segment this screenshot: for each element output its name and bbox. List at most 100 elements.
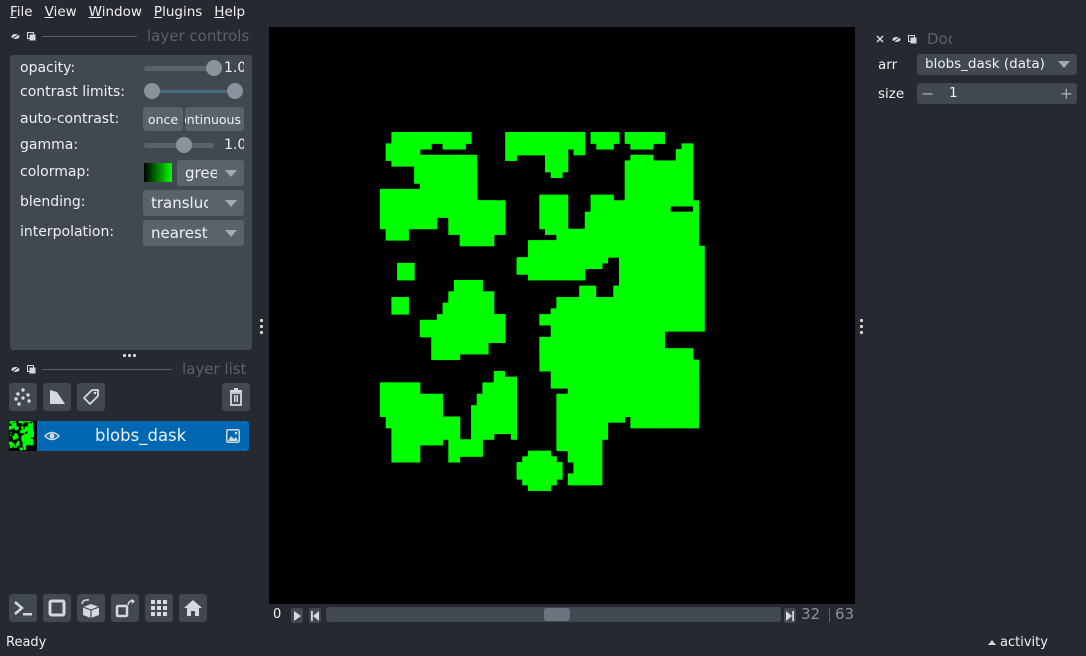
rotate-cube-icon (81, 599, 100, 618)
size-spinbox[interactable]: − 1 + (917, 83, 1077, 104)
thumbnail-blob (14, 438, 18, 440)
blob-region (380, 382, 392, 417)
toggle-ndisplay-button[interactable] (43, 594, 71, 622)
blob-region (630, 393, 665, 429)
activity-toggle[interactable]: activity (988, 635, 1048, 650)
thumbnail-blob (9, 441, 10, 445)
menu-view[interactable]: View (39, 4, 83, 20)
image-layer-type-icon (226, 429, 240, 447)
float-panel-icon[interactable] (907, 34, 917, 44)
blob-region (391, 427, 421, 463)
interpolation-value: nearest (151, 224, 208, 242)
blob-region (527, 450, 552, 457)
thumbnail-blob (9, 428, 12, 430)
arr-value: blobs_dask (data) (925, 56, 1045, 72)
reset-view-button[interactable] (179, 594, 207, 622)
blob-region (391, 297, 409, 315)
hide-panel-icon[interactable] (891, 34, 901, 44)
blob-region (545, 143, 569, 173)
eye-visibility-icon[interactable] (43, 429, 61, 447)
thumbnail-blob (19, 431, 25, 433)
layer-controls-title: layer controls (147, 27, 250, 45)
contrast-limits-slider[interactable] (152, 90, 236, 93)
panel-splitter-handle[interactable] (123, 354, 136, 357)
colormap-dropdown[interactable]: green (177, 160, 244, 186)
thumbnail-blob (28, 442, 31, 446)
dims-scrollbar-handle[interactable] (543, 608, 570, 621)
blob-region (385, 228, 409, 241)
blob-region (510, 416, 518, 429)
auto-contrast-once-button[interactable]: once (143, 107, 183, 131)
blob-hole (522, 359, 540, 371)
roll-dimensions-button[interactable] (77, 594, 105, 622)
chevron-down-icon (225, 170, 237, 177)
blob-region (397, 262, 415, 281)
tag-icon (83, 389, 99, 405)
blob-region (459, 439, 483, 457)
increment-button[interactable]: + (1060, 83, 1073, 104)
gamma-slider-handle[interactable] (176, 137, 192, 153)
opacity-slider-handle[interactable] (206, 60, 222, 76)
blob-region (391, 160, 415, 167)
blending-dropdown[interactable]: translucent (143, 190, 244, 216)
contrast-low-handle[interactable] (144, 83, 160, 99)
title-divider (42, 368, 172, 370)
hide-panel-icon[interactable] (10, 364, 20, 374)
viewer-canvas[interactable] (269, 27, 855, 604)
thumbnail-blob (16, 441, 20, 445)
opacity-label: opacity: (20, 60, 76, 76)
right-dock-resize-handle[interactable] (860, 319, 863, 334)
play-button[interactable] (291, 608, 303, 623)
new-labels-layer-button[interactable] (77, 383, 105, 411)
menu-plugins[interactable]: Plugins (148, 4, 208, 20)
dims-scrollbar[interactable] (326, 607, 781, 622)
interpolation-dropdown[interactable]: nearest (143, 220, 244, 246)
step-forward-icon (786, 610, 794, 621)
toggle-grid-button[interactable] (145, 594, 173, 622)
console-button[interactable] (9, 594, 37, 622)
size-label: size (878, 86, 905, 102)
decrement-button[interactable]: − (921, 83, 934, 104)
thumbnail-blob (21, 421, 24, 425)
thumbnail-blob (15, 446, 17, 448)
opacity-slider[interactable] (144, 66, 214, 71)
blob-region (453, 342, 489, 355)
thumbnail-blob (31, 422, 34, 428)
hide-panel-icon[interactable] (10, 31, 20, 41)
menu-help[interactable]: Help (208, 4, 251, 20)
menu-file[interactable]: File (4, 4, 39, 20)
blob-region (431, 166, 478, 190)
blob-hole (533, 325, 551, 337)
current-frame: 32 (801, 605, 821, 623)
thumbnail-blob (10, 431, 12, 434)
layer-item-blobs-dask[interactable]: blobs_dask (9, 421, 249, 451)
step-forward-button[interactable] (784, 608, 796, 623)
blob-region (448, 217, 506, 235)
thumbnail-blob (27, 421, 31, 422)
blob-region (459, 234, 495, 247)
thumbnail-blob (9, 425, 14, 429)
arr-dropdown[interactable]: blobs_dask (data) (917, 54, 1077, 75)
delete-layer-button[interactable] (222, 383, 250, 411)
close-icon[interactable] (875, 34, 885, 44)
blob-region (510, 427, 518, 440)
thumbnail-blob (14, 428, 19, 430)
gamma-value: 1.0 (224, 137, 244, 153)
title-divider (42, 35, 137, 37)
float-panel-icon[interactable] (26, 364, 36, 374)
blob-region (630, 154, 654, 161)
float-panel-icon[interactable] (26, 31, 36, 41)
auto-contrast-continuous-button[interactable]: continuous (185, 107, 244, 131)
layer-list-title: layer list (182, 360, 247, 378)
menu-window[interactable]: Window (83, 4, 148, 20)
step-back-button[interactable] (309, 608, 321, 623)
blob-region (516, 462, 563, 480)
chevron-down-icon (225, 200, 237, 207)
transpose-dimensions-button[interactable] (111, 594, 139, 622)
size-value: 1 (949, 85, 958, 101)
contrast-high-handle[interactable] (227, 83, 243, 99)
left-dock-resize-handle[interactable] (260, 319, 263, 334)
menubar: File View Window Plugins Help (0, 0, 1086, 24)
new-shapes-layer-button[interactable] (43, 383, 71, 411)
new-points-layer-button[interactable] (9, 383, 37, 411)
